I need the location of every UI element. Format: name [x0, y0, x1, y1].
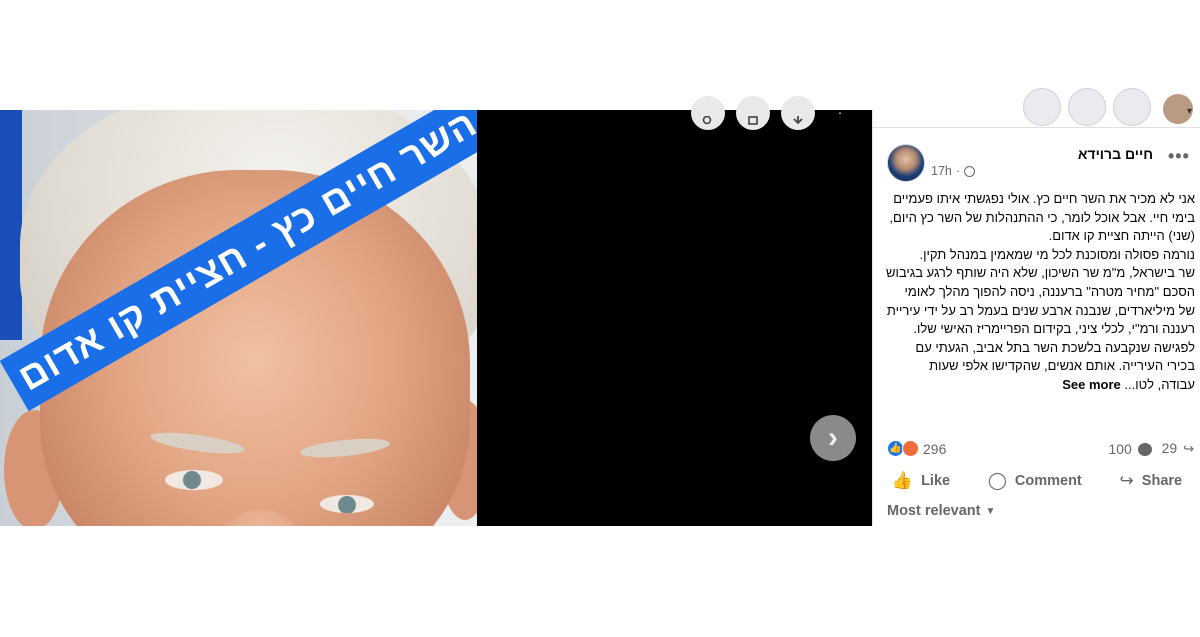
media-viewer: ⋮ › [477, 96, 872, 526]
post-truncated-line: עבודה, לטו... [1124, 376, 1195, 392]
top-bar: ▾ [873, 88, 1200, 128]
chevron-down-icon: ▼ [985, 505, 996, 517]
messenger-icon[interactable] [1068, 88, 1106, 126]
download-icon[interactable] [781, 96, 815, 130]
flag-background [0, 110, 22, 340]
tag-icon[interactable] [736, 96, 770, 130]
author-avatar[interactable] [887, 144, 925, 182]
see-more-link[interactable]: See more [1062, 377, 1121, 392]
engagement-counts: 100 29 ↪ [1108, 440, 1194, 457]
post-time[interactable]: 17h [931, 164, 952, 178]
comment-button[interactable]: ◯ Comment [988, 471, 1082, 491]
menu-icon[interactable] [1023, 88, 1061, 126]
share-count-icon: ↪ [1183, 441, 1194, 456]
reactions-count: 296 [923, 440, 947, 457]
share-icon: ↪ [1119, 471, 1134, 490]
comment-icon: ◯ [987, 471, 1007, 490]
portrait-eye [165, 470, 223, 490]
comment-count-icon [1137, 443, 1152, 457]
notifications-icon[interactable] [1113, 88, 1151, 126]
zoom-icon[interactable] [691, 96, 725, 130]
post-paragraph: לפגישה שנקבעה בלשכת השר בתל אביב, הגעתי … [915, 339, 1195, 374]
chevron-down-icon[interactable]: ▾ [1187, 106, 1192, 117]
post-paragraph: אני לא מכיר את השר חיים כץ. אולי נפגשתי … [889, 191, 1195, 244]
photo-viewer-page: השר חיים כץ - חציית קו אדום ⋮ › ▾ חיים ב… [0, 0, 1200, 637]
author-name[interactable]: חיים ברוידא [1013, 146, 1153, 162]
viewer-options-icon[interactable]: ⋮ [834, 102, 846, 116]
globe-icon [964, 165, 976, 177]
next-photo-button[interactable]: › [810, 415, 856, 461]
post-paragraph: שר בישראל, מ"מ שר השיכון, שלא היה שותף ל… [886, 265, 1195, 337]
comment-sort-dropdown[interactable]: Most relevant ▼ [887, 503, 995, 519]
post-options-icon[interactable]: ••• [1168, 146, 1190, 167]
post-panel: ▾ חיים ברוידא ••• 17h · אני לא מכיר את ה… [872, 88, 1200, 526]
post-actions: 👍 Like ◯ Comment ↪ Share [873, 468, 1200, 494]
share-button[interactable]: ↪ Share [1120, 471, 1183, 491]
portrait-eye [320, 495, 374, 513]
shares-count-link[interactable]: 29 ↪ [1162, 440, 1194, 457]
comments-count-link[interactable]: 100 [1108, 441, 1152, 457]
chevron-right-icon: › [828, 421, 838, 454]
post-text: אני לא מכיר את השר חיים כץ. אולי נפגשתי … [885, 190, 1195, 395]
like-icon: 👍 [891, 471, 914, 490]
post-paragraph-last: עבודה, לטו... See more [885, 376, 1195, 395]
angry-reaction-icon [902, 440, 919, 457]
post-paragraph: נורמה פסולה ומסוכנת לכל מי שמאמין במנהל … [919, 246, 1195, 262]
post-photo[interactable]: השר חיים כץ - חציית קו אדום [0, 110, 477, 526]
comment-sort-label: Most relevant [887, 503, 981, 519]
reactions-summary[interactable]: 👍 296 [887, 440, 946, 457]
post-meta: 17h · [931, 164, 976, 178]
like-button[interactable]: 👍 Like [892, 471, 950, 491]
